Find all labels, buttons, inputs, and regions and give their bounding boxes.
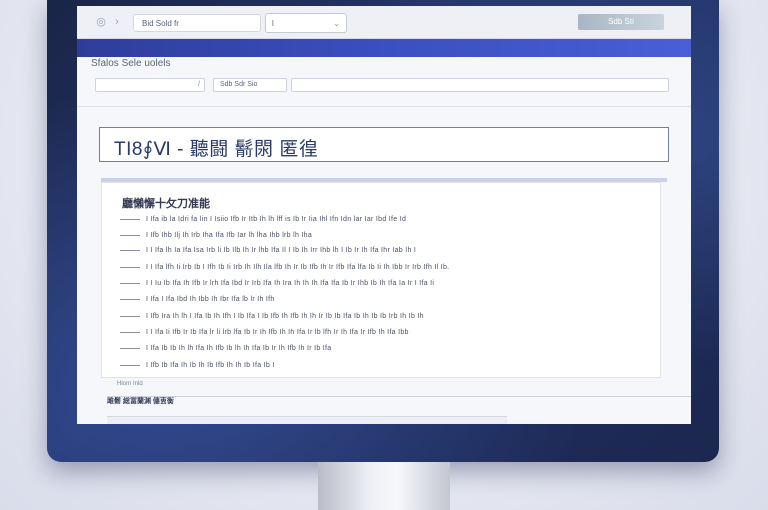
list-bullet — [120, 365, 140, 366]
list-bullet — [120, 250, 140, 251]
search-value: l — [272, 19, 274, 28]
url-text: Bid Sold fr — [142, 19, 179, 28]
filter-field-2[interactable]: Sdb Sdr Sio — [213, 78, 287, 92]
list-bullet — [120, 219, 140, 220]
list-item-text: I I Ifa lfh Ii Irb Ib I Ifh Ib Ii Irb Ih… — [146, 264, 450, 271]
footer-divider — [107, 396, 691, 397]
back-icon[interactable]: ◎ — [95, 16, 107, 28]
list-bullet — [120, 332, 140, 333]
list-bullet — [120, 316, 140, 317]
search-input[interactable]: l ⌄ — [265, 13, 347, 33]
list-item-text: I Ifa Ib Ib Ih lh Ifa Ih Ifb Ib lh Ih If… — [146, 345, 332, 352]
panel-title: TI8∮Ⅵ - 聽闘 鬋閖 匿徨 — [114, 139, 319, 160]
url-bar[interactable]: Bid Sold fr — [133, 14, 261, 32]
divider — [77, 106, 691, 107]
list-item-text: I Ifa I Ifa Ibd Ih Ibb Ih Ibr Ifa lb lr … — [146, 296, 275, 303]
list-item-text: I Ifa ib la Idri fa lin I Isiio Ifb Ir I… — [146, 216, 407, 223]
bottom-input[interactable] — [107, 416, 507, 424]
screen: ◎ › Bid Sold fr l ⌄ Sdb Sti Sfalos Sele … — [77, 6, 691, 424]
filter-field-1[interactable]: / — [95, 78, 205, 92]
content-footnote: Hlorn Inld — [117, 381, 143, 387]
forward-icon[interactable]: › — [111, 16, 123, 28]
chevron-down-icon[interactable]: ⌄ — [333, 14, 340, 34]
top-action-button[interactable]: Sdb Sti — [578, 14, 664, 30]
list-bullet — [120, 283, 140, 284]
header-accent-bar — [77, 39, 691, 57]
list-item-text: I I Ifa Ii Ifb Ir Ib Ifa lr li lrb lfa I… — [146, 329, 409, 336]
browser-toolbar: ◎ › Bid Sold fr l ⌄ Sdb Sti — [77, 6, 691, 39]
section-label: Sfalos Sele uolels — [91, 58, 171, 69]
list-item-text: I Ifb Ib Ifa Ih Ib Ih Ib Ifb Ih Ih Ib If… — [146, 362, 275, 369]
top-action-label: Sdb Sti — [608, 17, 634, 26]
list-bullet — [120, 348, 140, 349]
list-bullet — [120, 299, 140, 300]
list-item-text: I Ifb Ira Ih lh I Ifa Ib Ih Ifh I Ib Ifa… — [146, 313, 424, 320]
filter-field-3[interactable] — [291, 78, 669, 92]
list-item-text: I Ifb Ihb Ilj Ih Irb Iha Ifa Ifb Iar lh … — [146, 232, 313, 239]
content-panel: 廳懶懈十攵刀准能 I Ifa ib la Idri fa lin I Isiio… — [101, 182, 661, 378]
list-bullet — [120, 267, 140, 268]
monitor-stand — [318, 462, 450, 510]
footer-text: 雎鬋 総冨蘭渊 僡叀衡 — [107, 398, 174, 405]
list-item-text: I I Iu Ib Ifa Ih Ifb Ir lrh Ifa Ibd Ir I… — [146, 280, 435, 287]
content-heading: 廳懶懈十攵刀准能 — [122, 198, 210, 210]
panel-title-box: TI8∮Ⅵ - 聽闘 鬋閖 匿徨 — [99, 127, 669, 162]
list-item-text: I I Ifa lh Ia Ifa Isa Irb li Ib Ilb Ih I… — [146, 247, 417, 254]
list-bullet — [120, 235, 140, 236]
filter-field-2-value: Sdb Sdr Sio — [220, 81, 258, 88]
field-separator-icon: / — [198, 81, 200, 88]
